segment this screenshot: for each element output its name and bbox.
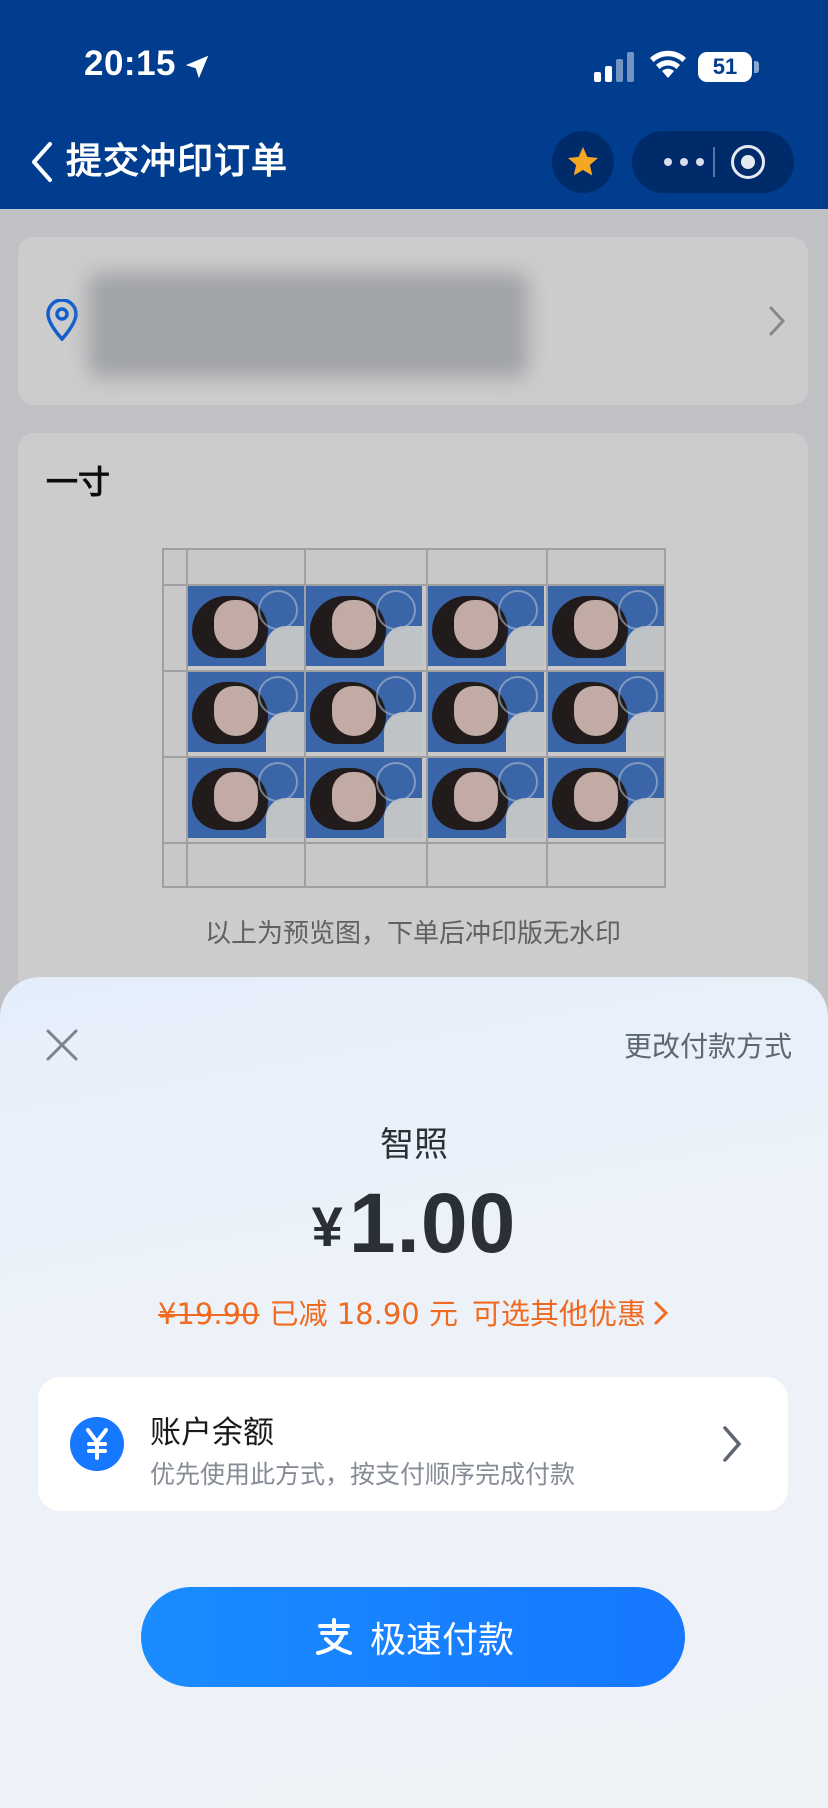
mini-app-capsule	[632, 131, 794, 193]
amount-value: 1.00	[348, 1176, 517, 1270]
status-time: 20:15	[84, 44, 177, 83]
page-title: 提交冲印订单	[66, 141, 289, 182]
more-options-button[interactable]	[656, 131, 712, 193]
close-miniapp-icon[interactable]	[731, 145, 765, 179]
capsule-divider	[713, 147, 715, 177]
dot-icon	[680, 158, 688, 166]
dot-icon	[664, 158, 672, 166]
balance-yuan-icon	[70, 1417, 124, 1471]
cellular-signal-icon	[594, 52, 634, 82]
chevron-right-icon	[723, 1426, 742, 1462]
more-offers-link[interactable]: 可选其他优惠	[472, 1297, 646, 1331]
wifi-icon	[650, 50, 686, 78]
discount-row[interactable]: ¥19.90 已减 18.90 元可选其他优惠	[0, 1291, 828, 1333]
discount-amount: 已减 18.90 元	[269, 1297, 458, 1331]
payment-amount: ¥1.00	[0, 1175, 828, 1272]
merchant-name: 智照	[380, 1125, 448, 1165]
payment-sheet: 更改付款方式 智照 ¥1.00 ¥19.90 已减 18.90 元可选其他优惠 账…	[0, 977, 828, 1808]
change-payment-method-link[interactable]: 更改付款方式	[624, 1025, 792, 1065]
alipay-logo-icon	[315, 1618, 352, 1655]
close-icon[interactable]	[40, 1023, 84, 1067]
battery-cap	[754, 61, 759, 73]
payment-method-card[interactable]: 账户余额 优先使用此方式，按支付顺序完成付款	[38, 1377, 788, 1511]
dot-icon	[696, 158, 704, 166]
pay-button-label: 极速付款	[369, 1620, 514, 1661]
star-icon	[568, 147, 598, 176]
original-price: ¥19.90	[158, 1297, 260, 1331]
currency-symbol: ¥	[311, 1195, 343, 1258]
top-bar: 20:15 51 提交冲印订单	[0, 0, 828, 209]
location-arrow-icon	[185, 55, 209, 79]
payment-method-title: 账户余额	[150, 1415, 274, 1451]
favorite-button[interactable]	[552, 131, 614, 193]
back-chevron-icon[interactable]	[26, 138, 60, 186]
battery-indicator: 51	[698, 52, 752, 82]
payment-method-subtitle: 优先使用此方式，按支付顺序完成付款	[150, 1460, 576, 1489]
chevron-right-icon	[654, 1301, 669, 1325]
quick-pay-button[interactable]: 极速付款	[141, 1587, 685, 1687]
